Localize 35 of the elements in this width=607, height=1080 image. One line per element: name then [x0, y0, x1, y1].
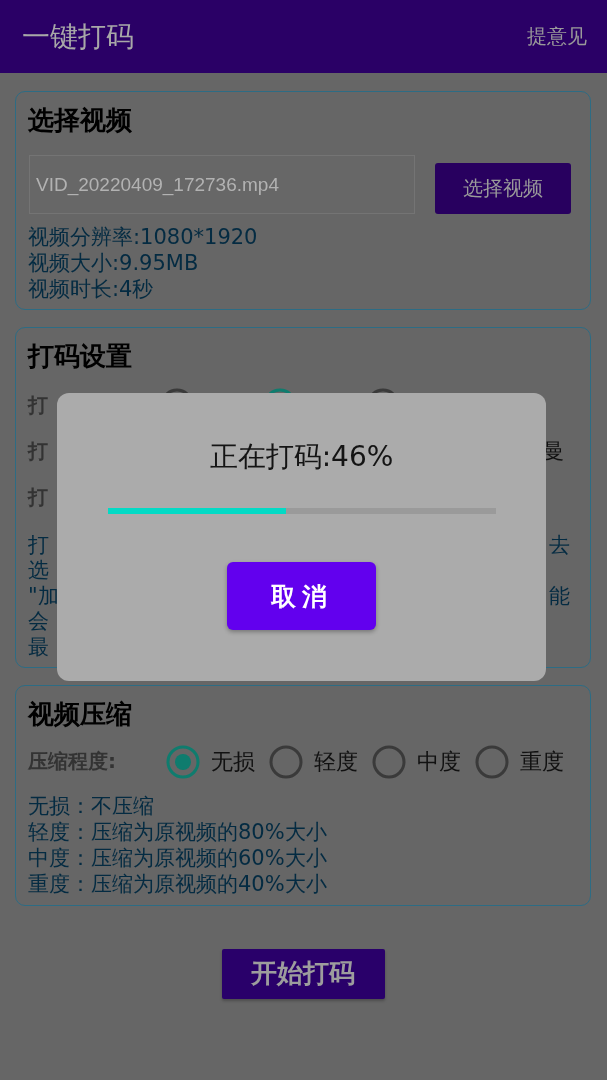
- radio-button[interactable]: [372, 744, 406, 779]
- note-text: 选: [28, 557, 49, 585]
- cancel-button[interactable]: 取消: [227, 562, 376, 630]
- option-label: 中度: [417, 747, 461, 776]
- card-title: 视频压缩: [28, 697, 132, 731]
- note-text: 轻度：压缩为原视频的80%大小: [28, 818, 327, 845]
- card-title: 打码设置: [28, 340, 132, 373]
- video-info-text: 视频分辨率:1080*1920: [28, 224, 258, 250]
- feedback-button[interactable]: 提意见: [527, 23, 587, 50]
- progress-message: 正在打码:46%: [209, 439, 394, 475]
- video-info-text: 视频大小:9.95MB: [28, 250, 199, 276]
- radio-button[interactable]: [269, 744, 303, 779]
- note-text: 会: [28, 608, 49, 636]
- option-label: 重度: [520, 747, 564, 776]
- radio-button[interactable]: [166, 388, 188, 393]
- file-name-field[interactable]: VID_20220409_172736.mp4: [29, 155, 415, 214]
- note-text: 最: [28, 633, 49, 661]
- video-info-text: 视频时长:4秒: [28, 276, 154, 302]
- card-title: 选择视频: [28, 104, 132, 137]
- radio-button[interactable]: [475, 744, 509, 779]
- option-label: 无损: [211, 747, 255, 776]
- note-text: 去: [549, 531, 570, 559]
- note-text: 打: [28, 531, 49, 559]
- note-text: "加: [28, 582, 59, 610]
- note-text: 能: [549, 582, 570, 610]
- radio-button[interactable]: [269, 388, 291, 393]
- app-title: 一键打码: [22, 18, 134, 55]
- select-video-button[interactable]: 选择视频: [435, 163, 571, 214]
- radio-button[interactable]: [372, 388, 394, 393]
- note-text: 重度：压缩为原视频的40%大小: [28, 870, 327, 897]
- option-label: 轻度: [314, 747, 358, 776]
- start-button[interactable]: 开始打码: [221, 948, 385, 999]
- note-text: 中度：压缩为原视频的60%大小: [28, 844, 327, 871]
- note-text: 无损：不压缩: [28, 792, 154, 819]
- radio-button[interactable]: [166, 744, 200, 779]
